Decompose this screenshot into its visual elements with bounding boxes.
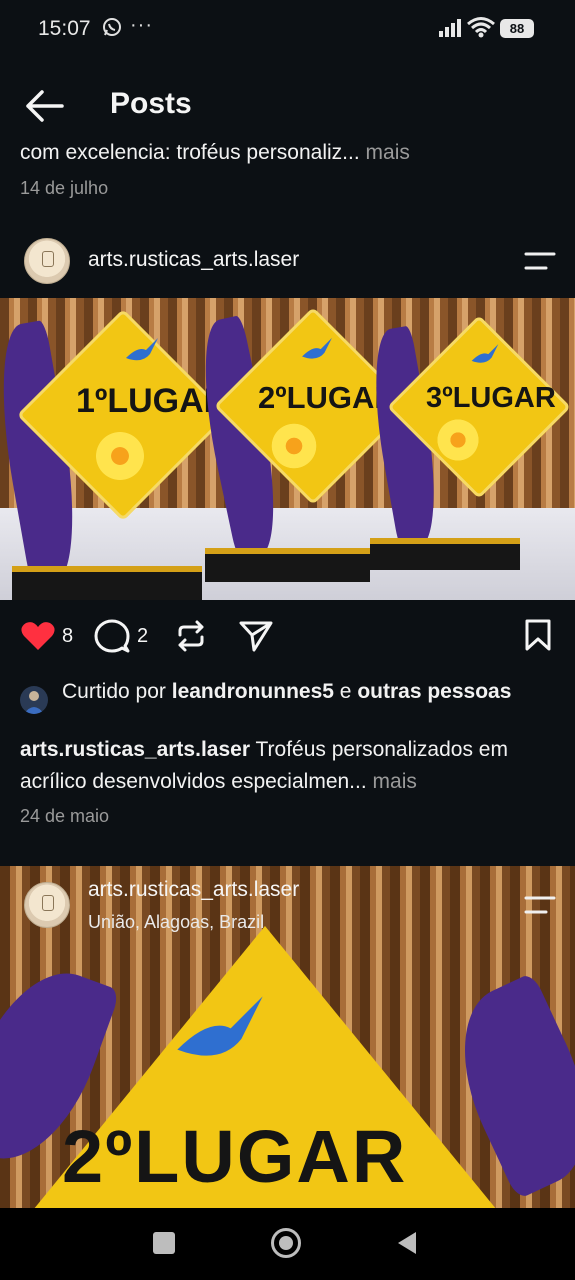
- more-options-icon[interactable]: [524, 249, 556, 273]
- bird-icon: [126, 338, 158, 361]
- back-nav-button[interactable]: [396, 1230, 418, 1256]
- status-bar: 15:07 ··· 88: [0, 0, 575, 58]
- liked-by-prefix: Curtido por: [62, 680, 166, 703]
- share-icon[interactable]: [238, 619, 274, 653]
- bookmark-icon[interactable]: [524, 619, 552, 651]
- battery-icon: 88: [500, 19, 534, 38]
- liked-by-avatar[interactable]: [20, 686, 48, 714]
- comment-icon[interactable]: [94, 618, 130, 654]
- bird-icon: [471, 344, 499, 363]
- recents-button[interactable]: [153, 1232, 175, 1254]
- bird-icon: [302, 337, 332, 359]
- avatar[interactable]: [24, 882, 70, 928]
- back-arrow-icon[interactable]: [22, 86, 66, 126]
- post-username[interactable]: arts.rusticas_arts.laser: [88, 878, 299, 902]
- liked-by-user[interactable]: leandronunnes5: [172, 680, 334, 703]
- caption-more-link[interactable]: mais: [373, 770, 417, 793]
- home-button[interactable]: [271, 1228, 301, 1258]
- heart-icon[interactable]: [20, 620, 56, 652]
- signal-icon: [439, 19, 461, 37]
- whatsapp-icon: [103, 18, 121, 36]
- clock: 15:07: [38, 17, 91, 40]
- post-image[interactable]: 1ºLUGAR 2ºLUGAR 3ºLUGAR: [0, 298, 575, 600]
- notification-overflow-icon: ···: [130, 14, 153, 36]
- post-image[interactable]: 2ºLUGAR: [0, 866, 575, 1208]
- caption-username[interactable]: arts.rusticas_arts.laser: [20, 738, 250, 761]
- comment-count[interactable]: 2: [137, 625, 148, 648]
- wifi-icon: [467, 17, 495, 38]
- post-username[interactable]: arts.rusticas_arts.laser: [88, 248, 299, 272]
- prev-post-caption[interactable]: com excelencia: troféus personaliz... ma…: [20, 141, 560, 165]
- prev-more-link[interactable]: mais: [366, 141, 410, 164]
- avatar[interactable]: [24, 238, 70, 284]
- bird-icon: [177, 996, 263, 1056]
- post-location[interactable]: União, Alagoas, Brazil: [88, 912, 264, 933]
- liked-by-text[interactable]: Curtido por leandronunnes5 e outras pess…: [62, 678, 532, 706]
- more-options-icon[interactable]: [524, 893, 556, 917]
- liked-by-others[interactable]: outras pessoas: [357, 680, 511, 703]
- liked-by-and: e: [339, 680, 352, 703]
- post-caption[interactable]: arts.rusticas_arts.laser Troféus persona…: [20, 734, 560, 798]
- post-date: 24 de maio: [20, 806, 110, 826]
- trophy-label-large: 2ºLUGAR: [62, 1115, 408, 1198]
- prev-post-date: 14 de julho: [20, 178, 109, 198]
- like-count[interactable]: 8: [62, 625, 73, 648]
- page-title: Posts: [110, 87, 192, 120]
- repost-icon[interactable]: [174, 619, 208, 653]
- trophy-label-3: 3ºLUGAR: [426, 382, 556, 414]
- system-nav-bar: [0, 1208, 575, 1280]
- prev-caption-text: com excelencia: troféus personaliz...: [20, 141, 360, 164]
